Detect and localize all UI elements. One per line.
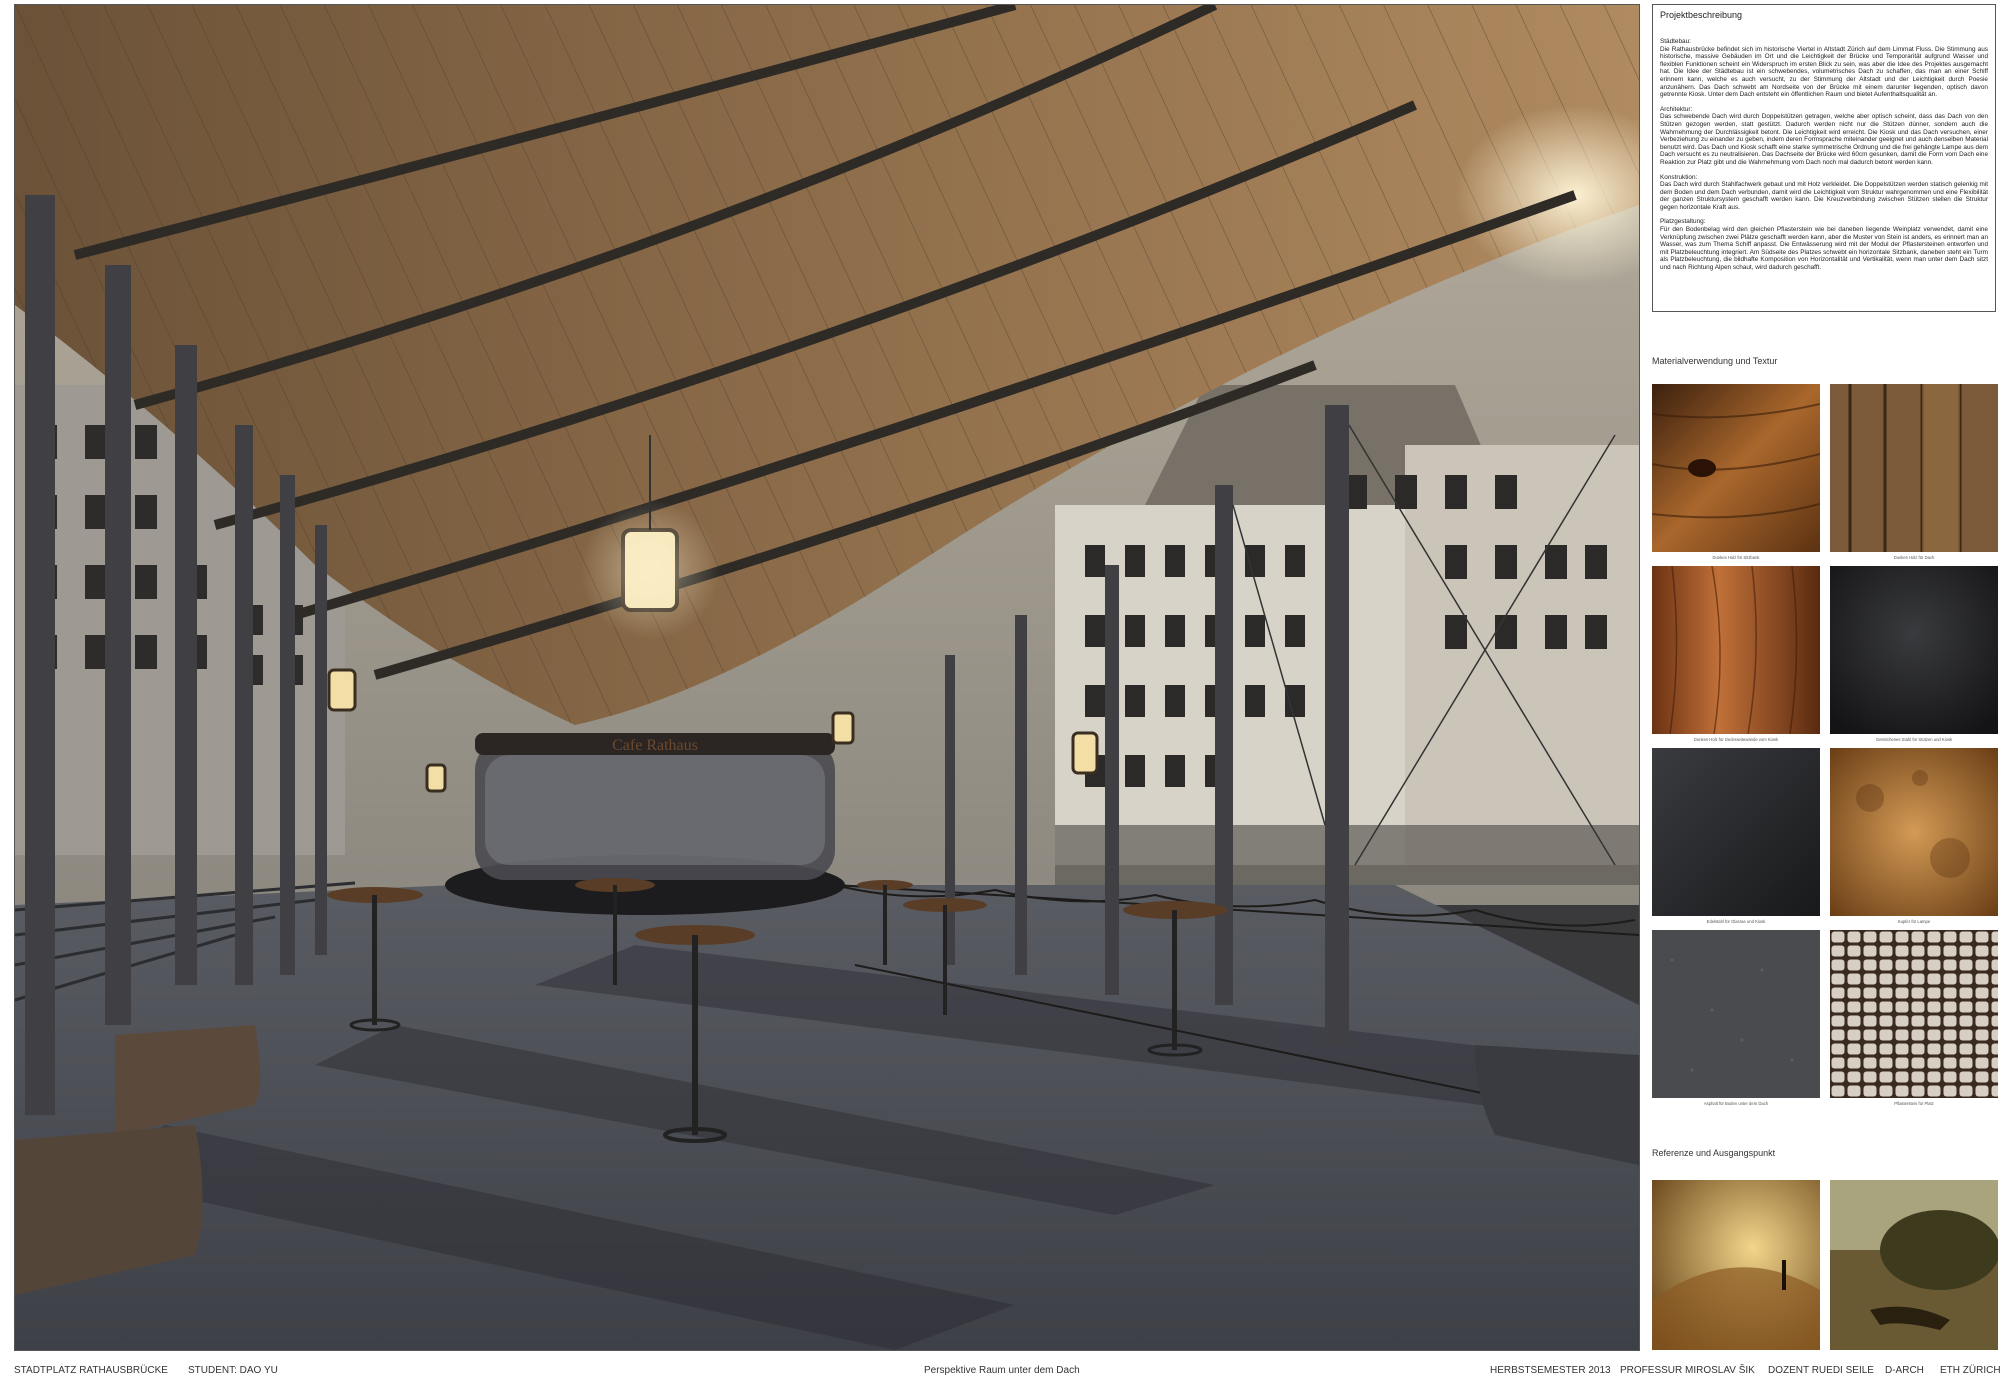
material-caption: Edelstahl für Glasrae und Kiosk [1706, 919, 1766, 924]
footer-school: ETH ZÜRICH [1940, 1365, 2000, 1376]
section-body: Für den Bodenbelag wird den gleichen Pfl… [1660, 226, 1988, 272]
material-caption: Dunkes Holz für Dach [1893, 555, 1935, 560]
section-body: Das schwebende Dach wird durch Doppelstü… [1660, 113, 1988, 166]
render-illustration: Cafe Rathaus [15, 5, 1639, 1350]
material-caption: Pflasterstein für Platz [1894, 1101, 1934, 1106]
kiosk-sign: Cafe Rathaus [612, 737, 698, 754]
dark-steel-texture [1830, 566, 1998, 734]
material-caption: Gestrichenes Stahl für Stützen und Kiosk [1875, 737, 1953, 742]
footer-professor: PROFESSUR MIROSLAV ŠIK [1620, 1365, 1755, 1376]
wood-knot-texture [1652, 384, 1820, 552]
materials-title: Materialverwendung und Textur [1652, 356, 1778, 366]
section-title: Städtebau: [1660, 38, 1691, 45]
footer-view-title: Perspektive Raum unter dem Dach [924, 1365, 1080, 1376]
section-staedtebau: Städtebau: Die Rathausbrücke befindet si… [1660, 38, 1988, 99]
section-architektur: Architektur: Das schwebende Dach wird du… [1660, 106, 1988, 167]
section-konstruktion: Konstruktion: Das Dach wird durch Stahlf… [1660, 174, 1988, 212]
footer-semester: HERBSTSEMESTER 2013 [1490, 1365, 1611, 1376]
section-body: Das Dach wird durch Stahlfachwerk gebaut… [1660, 181, 1988, 211]
copper-texture [1830, 748, 1998, 916]
reference-image-painting [1830, 1180, 1998, 1350]
project-description: Projektbeschreibung Städtebau: Die Ratha… [1652, 4, 1996, 312]
footer-dozent: DOZENT RUEDI SEILE [1768, 1365, 1874, 1376]
section-platzgestaltung: Platzgestaltung: Für den Bodenbelag wird… [1660, 218, 1988, 271]
section-title: Platzgestaltung: [1660, 218, 1706, 226]
footer-project: STADTPLATZ RATHAUSBRÜCKE [14, 1365, 168, 1376]
section-body: Die Rathausbrücke befindet sich im histo… [1660, 45, 1988, 99]
references-title: Referenze und Ausgangspunkt [1652, 1148, 1776, 1158]
footer-student: STUDENT: DAO YU [188, 1365, 278, 1376]
section-title: Architektur: [1660, 105, 1693, 113]
reference-image-interior [1652, 1180, 1820, 1350]
material-caption: Dunkes Holz für Sitzbank [1712, 555, 1760, 560]
material-caption: Dunkes Holz für Decksseitewände vom Kios… [1693, 737, 1779, 742]
description-heading: Projektbeschreibung [1660, 10, 1743, 20]
perspective-render: Cafe Rathaus [14, 4, 1640, 1351]
wood-planks-texture [1830, 384, 1998, 552]
wood-grain-texture [1652, 566, 1820, 734]
section-title: Konstruktion: [1660, 173, 1698, 181]
footer-dept: D-ARCH [1885, 1365, 1924, 1376]
material-caption: Asphalt für Boden unter dem Dach [1703, 1101, 1769, 1106]
asphalt-texture [1652, 930, 1820, 1098]
material-caption: Kupfer für Lampe [1897, 919, 1931, 924]
black-steel-texture [1652, 748, 1820, 916]
cobblestone-texture [1830, 930, 1998, 1098]
